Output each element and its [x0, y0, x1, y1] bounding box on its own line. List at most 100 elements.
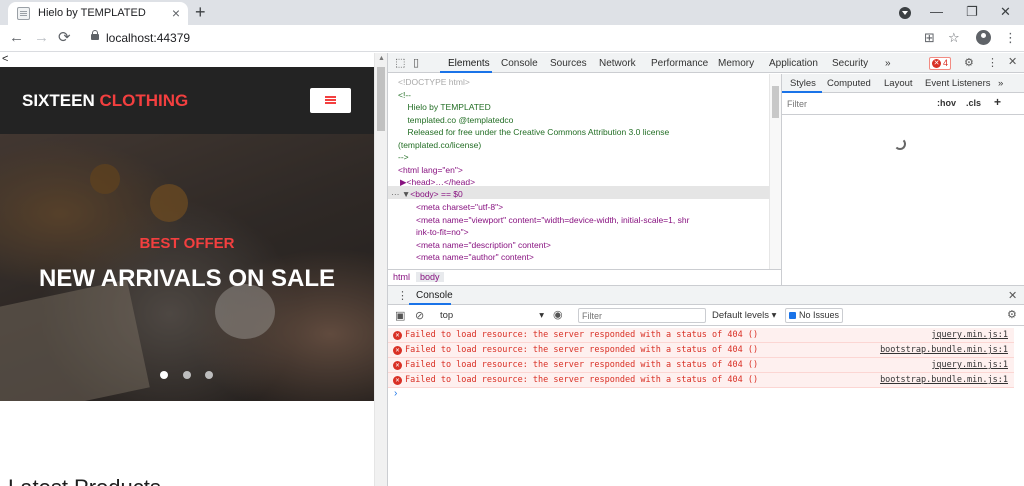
tab-layout[interactable]: Layout — [884, 78, 913, 89]
tab-styles[interactable]: Styles — [790, 78, 816, 89]
tab-elements[interactable]: Elements — [448, 58, 490, 69]
close-devtools-icon[interactable]: ✕ — [1008, 56, 1017, 68]
hero-title: NEW ARRIVALS ON SALE — [38, 265, 335, 292]
hover-state-toggle[interactable]: :hov — [937, 98, 956, 108]
browser-tab[interactable]: Hielo by TEMPLATED × — [8, 2, 188, 25]
tab-event-listeners[interactable]: Event Listeners — [925, 78, 990, 89]
profile-menu-icon[interactable] — [899, 7, 911, 19]
error-source-link[interactable]: jquery.min.js:1 — [931, 330, 1008, 340]
loading-spinner-icon — [894, 138, 906, 150]
chevron-down-icon: ▾ — [539, 310, 544, 321]
close-drawer-icon[interactable]: ✕ — [1008, 290, 1017, 302]
new-tab-button[interactable]: + — [195, 2, 206, 22]
dom-line-body[interactable]: ··· ▼<body> == $0 — [391, 188, 463, 201]
console-settings-gear-icon[interactable]: ⚙ — [1007, 309, 1017, 321]
device-toolbar-icon[interactable]: ▯ — [413, 57, 419, 69]
error-icon: ✕ — [393, 331, 402, 340]
forward-button[interactable]: → — [34, 29, 49, 47]
console-error-message[interactable]: ✕ Failed to load resource: the server re… — [388, 358, 1014, 373]
dom-line-doctype[interactable]: <!DOCTYPE html> — [398, 76, 470, 89]
console-prompt[interactable]: › — [394, 388, 397, 399]
reload-button[interactable]: ⟳ — [58, 29, 71, 47]
page-scrollbar[interactable]: ▲ — [374, 53, 387, 486]
dom-line-comment[interactable]: Hielo by TEMPLATED — [398, 101, 490, 114]
dom-line-comment[interactable]: --> — [398, 151, 409, 164]
error-source-link[interactable]: jquery.min.js:1 — [931, 360, 1008, 370]
drawer-tab-console[interactable]: Console — [416, 290, 453, 301]
styles-tab-bar: Styles Computed Layout Event Listeners » — [782, 74, 1024, 93]
hamburger-menu-button[interactable] — [310, 88, 351, 113]
back-link[interactable]: < — [2, 53, 8, 65]
console-error-message[interactable]: ✕ Failed to load resource: the server re… — [388, 328, 1014, 343]
styles-filter-input[interactable] — [784, 96, 930, 111]
settings-gear-icon[interactable]: ⚙ — [964, 57, 974, 69]
devtools-tab-bar: ⬚ ▯ Elements Console Sources Network Per… — [388, 53, 1024, 73]
live-expression-eye-icon[interactable]: ◉ — [553, 309, 563, 321]
styles-filter-row: :hov .cls + — [782, 93, 1024, 115]
log-levels-dropdown[interactable]: Default levels ▾ — [712, 310, 776, 321]
dom-line-meta[interactable]: <meta name="author" content> — [416, 251, 534, 264]
more-panes-icon[interactable]: » — [998, 78, 1003, 89]
console-error-message[interactable]: ✕ Failed to load resource: the server re… — [388, 373, 1014, 388]
slider-dot-active[interactable] — [160, 371, 168, 379]
dom-line-comment[interactable]: <!-- — [398, 89, 411, 102]
console-error-message[interactable]: ✕ Failed to load resource: the server re… — [388, 343, 1014, 358]
tab-console[interactable]: Console — [501, 58, 538, 69]
tab-security[interactable]: Security — [832, 58, 868, 69]
brand-part-2: CLOTHING — [99, 91, 189, 110]
console-filter-input[interactable] — [578, 308, 706, 323]
error-source-link[interactable]: bootstrap.bundle.min.js:1 — [880, 375, 1008, 385]
restore-button[interactable]: ❐ — [966, 4, 978, 20]
inspect-element-icon[interactable]: ⬚ — [395, 57, 405, 69]
close-window-button[interactable]: ✕ — [1000, 4, 1011, 20]
elements-scrollbar[interactable] — [769, 74, 781, 269]
dom-line-meta[interactable]: ink-to-fit=no"> — [416, 226, 469, 239]
tab-network[interactable]: Network — [599, 58, 636, 69]
back-button[interactable]: ← — [9, 29, 24, 47]
scroll-up-icon[interactable]: ▲ — [378, 55, 385, 63]
browser-menu-icon[interactable]: ⋮ — [1004, 30, 1017, 46]
account-avatar[interactable] — [976, 30, 991, 45]
tab-application[interactable]: Application — [769, 58, 818, 69]
context-selector[interactable]: top ▾ — [440, 310, 544, 321]
site-logo[interactable]: SIXTEEN CLOTHING — [22, 91, 188, 111]
dom-line-meta[interactable]: <meta name="description" content> — [416, 239, 551, 252]
breadcrumb-html[interactable]: html — [393, 272, 410, 282]
bookmark-star-icon[interactable]: ☆ — [948, 30, 960, 46]
error-count-badge[interactable]: ✕ 4 — [929, 57, 951, 70]
close-tab-icon[interactable]: × — [172, 5, 180, 21]
class-toggle[interactable]: .cls — [966, 98, 981, 108]
tab-memory[interactable]: Memory — [718, 58, 754, 69]
issues-button[interactable]: No Issues — [785, 308, 843, 323]
dom-line-meta[interactable]: <meta charset="utf-8"> — [416, 201, 503, 214]
lock-icon[interactable] — [91, 30, 99, 40]
address-bar[interactable]: localhost:44379 — [106, 31, 190, 45]
scrollbar-thumb[interactable] — [772, 86, 779, 118]
slider-dot[interactable] — [205, 371, 213, 379]
dom-line-comment[interactable]: templated.co @templatedco — [398, 114, 513, 127]
drawer-menu-icon[interactable]: ⋮ — [397, 290, 408, 302]
dom-line-comment[interactable]: Released for free under the Creative Com… — [398, 126, 669, 139]
tab-sources[interactable]: Sources — [550, 58, 587, 69]
new-style-rule-button[interactable]: + — [994, 95, 1001, 109]
dom-line-meta[interactable]: <meta name="viewport" content="width=dev… — [416, 214, 689, 227]
tab-computed[interactable]: Computed — [827, 78, 871, 89]
clear-console-icon[interactable]: ⊘ — [415, 310, 424, 322]
devtools-menu-icon[interactable]: ⋮ — [987, 57, 998, 69]
error-source-link[interactable]: bootstrap.bundle.min.js:1 — [880, 345, 1008, 355]
dom-line-html[interactable]: <html lang="en"> — [398, 164, 463, 177]
site-header: SIXTEEN CLOTHING — [0, 67, 374, 134]
scrollbar-thumb[interactable] — [377, 67, 385, 131]
dom-line-head[interactable]: ▶<head>…</head> — [400, 176, 475, 189]
sidebar-toggle-icon[interactable]: ▣ — [395, 310, 405, 322]
context-value: top — [440, 310, 454, 321]
translate-icon[interactable]: ⊞ — [924, 30, 935, 46]
hero-banner: BEST OFFER NEW ARRIVALS ON SALE — [0, 134, 374, 401]
breadcrumb-body[interactable]: body — [416, 272, 444, 282]
more-tabs-icon[interactable]: » — [885, 58, 891, 69]
minimize-button[interactable]: — — [930, 4, 943, 20]
slider-dot[interactable] — [183, 371, 191, 379]
elements-dom-tree[interactable]: <!DOCTYPE html> <!-- Hielo by TEMPLATED … — [388, 74, 781, 269]
dom-line-comment[interactable]: (templated.co/license) — [398, 139, 481, 152]
tab-performance[interactable]: Performance — [651, 58, 708, 69]
